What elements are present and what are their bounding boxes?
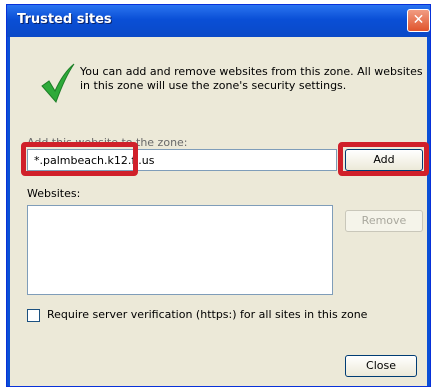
websites-label: Websites: — [27, 187, 81, 200]
checkmark-icon — [41, 63, 75, 103]
websites-list[interactable] — [27, 205, 333, 295]
input-highlight-outline — [21, 142, 138, 176]
window-border-left — [7, 37, 10, 386]
add-highlight-outline — [338, 142, 429, 176]
dialog-title: Trusted sites — [17, 12, 112, 27]
require-https-checkbox[interactable] — [27, 309, 40, 322]
close-window-button[interactable]: ✕ — [407, 9, 430, 32]
close-icon: ✕ — [412, 12, 425, 28]
remove-button[interactable]: Remove — [345, 210, 423, 232]
trusted-sites-dialog: Trusted sites ✕ You can add and remove w… — [6, 4, 431, 387]
title-bar: Trusted sites ✕ — [7, 5, 430, 37]
close-button[interactable]: Close — [345, 355, 417, 377]
zone-description: You can add and remove websites from thi… — [80, 65, 423, 92]
require-https-label: Require server verification (https:) for… — [47, 308, 368, 321]
